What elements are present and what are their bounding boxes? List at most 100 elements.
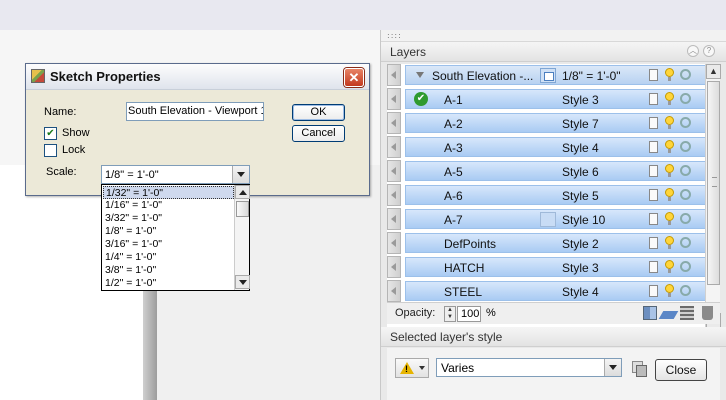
page-icon[interactable] — [649, 117, 658, 129]
row-expand-button[interactable] — [387, 88, 401, 110]
opacity-input[interactable]: 100 — [457, 306, 481, 322]
layer-row[interactable]: HATCH Style 3 — [387, 256, 707, 278]
lightbulb-icon[interactable] — [665, 284, 674, 297]
layer-row-body[interactable]: A-5 Style 6 — [405, 161, 707, 181]
layer-row[interactable]: DefPoints Style 2 — [387, 232, 707, 254]
layer-row-body[interactable]: A-6 Style 5 — [405, 185, 707, 205]
layer-row[interactable]: A-3 Style 4 — [387, 136, 707, 158]
collapse-triangle-icon[interactable] — [416, 72, 424, 78]
link-icon[interactable] — [680, 93, 691, 104]
layer-row-body[interactable]: A-3 Style 4 — [405, 137, 707, 157]
layer-row[interactable]: A-7 Style 10 — [387, 208, 707, 230]
layer-style-select[interactable]: Varies — [436, 358, 622, 377]
layer-row[interactable]: A-6 Style 5 — [387, 184, 707, 206]
dropdown-scrollbar[interactable] — [234, 185, 250, 290]
lightbulb-icon[interactable] — [665, 236, 674, 249]
layer-row-body[interactable]: ✔ A-1 Style 3 — [405, 89, 707, 109]
page-icon[interactable] — [649, 237, 658, 249]
row-expand-button[interactable] — [387, 64, 401, 86]
link-icon[interactable] — [680, 69, 691, 80]
layers-panel-header[interactable]: Layers ︿ ? — [381, 42, 726, 62]
layer-list-scrollbar[interactable]: ▲ ▼ — [705, 64, 721, 328]
scale-option[interactable]: 1/4" = 1'-0" — [103, 251, 234, 264]
link-icon[interactable] — [680, 237, 691, 248]
lightbulb-icon[interactable] — [665, 188, 674, 201]
layer-plane-icon[interactable] — [658, 311, 679, 319]
page-icon[interactable] — [649, 285, 658, 297]
layer-row-body[interactable]: HATCH Style 3 — [405, 257, 707, 277]
cancel-button[interactable]: Cancel — [292, 125, 345, 142]
scroll-up-arrow-icon[interactable] — [235, 185, 250, 199]
lightbulb-icon[interactable] — [665, 260, 674, 273]
scale-option[interactable]: 3/16" = 1'-0" — [103, 238, 234, 251]
link-icon[interactable] — [680, 165, 691, 176]
lock-checkbox[interactable] — [44, 144, 57, 157]
layer-row[interactable]: STEEL Style 4 — [387, 280, 707, 302]
help-icon[interactable]: ? — [703, 45, 715, 57]
scale-option[interactable]: 1/8" = 1'-0" — [103, 225, 234, 238]
page-icon[interactable] — [649, 213, 658, 225]
dropdown-scrollbar-thumb[interactable] — [236, 201, 249, 217]
opacity-stepper[interactable]: ▲ ▼ — [444, 306, 456, 322]
layer-row[interactable]: A-2 Style 7 — [387, 112, 707, 134]
layer-row-body[interactable]: A-7 Style 10 — [405, 209, 707, 229]
link-icon[interactable] — [680, 189, 691, 200]
layer-grid-icon[interactable] — [643, 306, 657, 320]
page-icon[interactable] — [649, 141, 658, 153]
layer-group-body[interactable]: South Elevation -... 1/8" = 1'-0" — [405, 65, 707, 85]
row-expand-button[interactable] — [387, 136, 401, 158]
name-field[interactable]: South Elevation - Viewport 1 — [126, 102, 264, 121]
close-icon[interactable]: ✕ — [344, 68, 364, 87]
row-expand-button[interactable] — [387, 112, 401, 134]
trash-icon[interactable] — [702, 306, 713, 320]
scale-option[interactable]: 1/2" = 1'-0" — [103, 277, 234, 290]
scale-option[interactable]: 1/16" = 1'-0" — [103, 199, 234, 212]
row-expand-button[interactable] — [387, 208, 401, 230]
chevron-down-icon[interactable] — [604, 359, 621, 376]
page-icon[interactable] — [649, 261, 658, 273]
warning-menu-button[interactable]: ! — [395, 358, 429, 378]
page-icon[interactable] — [649, 93, 658, 105]
row-expand-button[interactable] — [387, 160, 401, 182]
link-icon[interactable] — [680, 213, 691, 224]
link-icon[interactable] — [680, 285, 691, 296]
scale-option[interactable]: 1/32" = 1'-0" — [103, 186, 234, 199]
row-expand-button[interactable] — [387, 280, 401, 302]
scale-option[interactable]: 3/8" = 1'-0" — [103, 264, 234, 277]
scale-option[interactable]: 3/32" = 1'-0" — [103, 212, 234, 225]
page-icon[interactable] — [649, 165, 658, 177]
row-expand-button[interactable] — [387, 232, 401, 254]
palette-grip[interactable]: :::: — [381, 30, 726, 42]
lightbulb-icon[interactable] — [665, 116, 674, 129]
lightbulb-icon[interactable] — [665, 92, 674, 105]
scale-select[interactable]: 1/8" = 1'-0" — [101, 165, 250, 184]
lightbulb-icon[interactable] — [665, 140, 674, 153]
layer-row-body[interactable]: DefPoints Style 2 — [405, 233, 707, 253]
layer-row-body[interactable]: A-2 Style 7 — [405, 113, 707, 133]
chevron-down-icon[interactable] — [232, 166, 249, 183]
close-button[interactable]: Close — [655, 359, 707, 381]
layer-row[interactable]: A-5 Style 6 — [387, 160, 707, 182]
scroll-up-arrow-icon[interactable]: ▲ — [706, 64, 721, 79]
layer-group-row[interactable]: South Elevation -... 1/8" = 1'-0" — [387, 64, 707, 86]
show-checkbox[interactable]: ✔ — [44, 127, 57, 140]
layer-row[interactable]: ✔ A-1 Style 3 — [387, 88, 707, 110]
lightbulb-icon[interactable] — [665, 212, 674, 225]
page-icon[interactable] — [649, 69, 658, 81]
collapse-icon[interactable]: ︿ — [687, 45, 699, 57]
page-icon[interactable] — [649, 189, 658, 201]
link-icon[interactable] — [680, 117, 691, 128]
dialog-titlebar[interactable]: Sketch Properties ✕ — [26, 64, 369, 90]
scrollbar-thumb[interactable] — [707, 81, 720, 285]
row-expand-button[interactable] — [387, 184, 401, 206]
link-icon[interactable] — [680, 141, 691, 152]
scroll-down-arrow-icon[interactable] — [235, 275, 250, 289]
lightbulb-icon[interactable] — [665, 164, 674, 177]
layer-row-body[interactable]: STEEL Style 4 — [405, 281, 707, 301]
lightbulb-icon[interactable] — [665, 68, 674, 81]
link-icon[interactable] — [680, 261, 691, 272]
copy-style-icon[interactable] — [632, 361, 647, 377]
layer-stack-icon[interactable] — [680, 306, 694, 320]
row-expand-button[interactable] — [387, 256, 401, 278]
ok-button[interactable]: OK — [292, 104, 345, 121]
